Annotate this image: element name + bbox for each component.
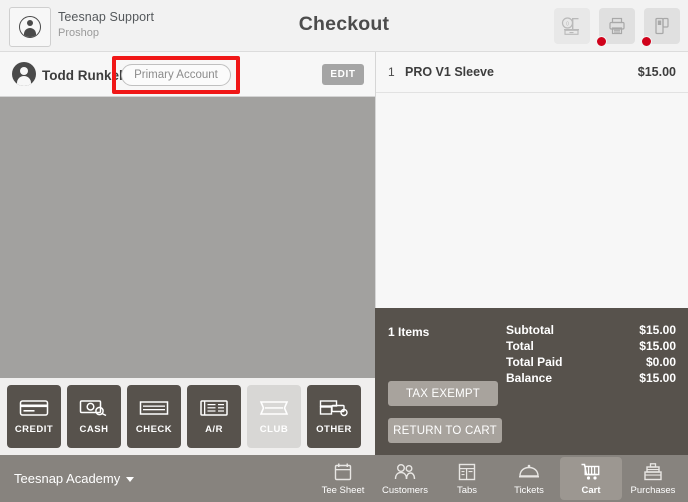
- table-row[interactable]: 1 PRO V1 Sleeve $15.00: [376, 52, 688, 93]
- totals-label: Total: [506, 339, 534, 353]
- totals-list: Subtotal $15.00 Total $15.00 Total Paid …: [506, 323, 676, 387]
- payment-detail-pane: [0, 97, 375, 378]
- receipt-icon: [200, 400, 228, 416]
- totals-label: Subtotal: [506, 323, 554, 337]
- totals-value: $15.00: [639, 323, 676, 337]
- reader-error-badge: [641, 36, 652, 47]
- totals-row-subtotal: Subtotal $15.00: [506, 323, 676, 338]
- ticket-icon: [259, 401, 289, 415]
- cart-item-description: PRO V1 Sleeve: [405, 65, 494, 79]
- nav-item-purchases[interactable]: Purchases: [622, 457, 684, 500]
- totals-panel: 1 Items Subtotal $15.00 Total $15.00 Tot…: [375, 308, 688, 455]
- nav-label: Purchases: [630, 484, 676, 496]
- nav-label: Cart: [581, 484, 601, 496]
- return-to-cart-button[interactable]: RETURN TO CART: [388, 418, 502, 443]
- cash-drawer-icon: 0: [561, 17, 579, 35]
- main-nav: Tee Sheet Customers Tabs Tickets Cart Pu…: [312, 455, 684, 502]
- payment-method-label: OTHER: [316, 424, 352, 435]
- cloche-icon: [519, 464, 539, 477]
- credit-card-icon: [19, 400, 49, 416]
- people-icon: [394, 463, 416, 479]
- payment-method-check[interactable]: CHECK: [127, 385, 181, 448]
- customer-name: Todd Runkel: [42, 68, 123, 83]
- totals-row-balance: Balance $15.00: [506, 371, 676, 386]
- payment-method-label: CREDIT: [14, 424, 54, 435]
- card-reader-icon: [655, 17, 669, 35]
- nav-label: Tabs: [456, 484, 478, 496]
- payment-method-club[interactable]: CLUB: [247, 385, 301, 448]
- totals-value: $15.00: [639, 339, 676, 353]
- nav-item-tickets[interactable]: Tickets: [498, 457, 560, 500]
- shopping-cart-icon: [581, 463, 600, 480]
- payment-method-cash[interactable]: CASH: [67, 385, 121, 448]
- receipt-printer-button[interactable]: [596, 8, 635, 47]
- other-payment-icon: [319, 400, 348, 417]
- nav-item-cart[interactable]: Cart: [560, 457, 622, 500]
- totals-row-total-paid: Total Paid $0.00: [506, 355, 676, 370]
- check-icon: [139, 401, 169, 415]
- calendar-icon: [334, 463, 352, 480]
- primary-account-button[interactable]: Primary Account: [121, 64, 231, 86]
- totals-value: $0.00: [645, 355, 676, 369]
- tax-exempt-button[interactable]: TAX EXEMPT: [388, 381, 498, 406]
- payment-method-label: CHECK: [135, 424, 173, 435]
- academy-dropdown[interactable]: Teesnap Academy: [14, 471, 135, 486]
- totals-label: Total Paid: [506, 355, 563, 369]
- payment-method-other[interactable]: OTHER: [307, 385, 361, 448]
- totals-value: $15.00: [639, 371, 676, 385]
- payment-method-strip: CREDIT CASH CHECK A/R CLUB OTHER: [0, 378, 375, 455]
- printer-error-badge: [596, 36, 607, 47]
- edit-customer-button[interactable]: EDIT: [322, 64, 364, 85]
- checkout-screen: Teesnap Support Proshop Checkout 0 Todd …: [0, 0, 688, 502]
- totals-label: Balance: [506, 371, 553, 385]
- cart-item-qty: 1: [388, 65, 395, 79]
- tabs-icon: [458, 463, 476, 480]
- app-header: Teesnap Support Proshop Checkout 0: [0, 0, 688, 52]
- cash-drawer-button[interactable]: 0: [554, 8, 590, 44]
- receipt-printer-icon: [609, 17, 625, 35]
- item-count: 1 Items: [388, 325, 430, 339]
- register-icon: [644, 462, 662, 480]
- card-reader-button[interactable]: [641, 8, 680, 47]
- nav-label: Tickets: [514, 484, 544, 496]
- nav-item-tee-sheet[interactable]: Tee Sheet: [312, 457, 374, 500]
- nav-label: Tee Sheet: [321, 484, 365, 496]
- nav-item-customers[interactable]: Customers: [374, 457, 436, 500]
- academy-label: Teesnap Academy: [14, 471, 121, 486]
- payment-method-ar[interactable]: A/R: [187, 385, 241, 448]
- payment-method-credit[interactable]: CREDIT: [7, 385, 61, 448]
- device-status-group: 0: [554, 8, 680, 47]
- nav-label: Customers: [382, 484, 428, 496]
- payment-method-label: CASH: [79, 424, 109, 435]
- svg-text:0: 0: [566, 22, 569, 28]
- bottom-bar: Teesnap Academy Tee Sheet Customers Tabs…: [0, 455, 688, 502]
- payment-method-label: A/R: [205, 424, 223, 435]
- cart-item-price: $15.00: [637, 65, 676, 79]
- totals-row-total: Total $15.00: [506, 339, 676, 354]
- cash-bill-icon: [79, 400, 107, 417]
- nav-item-tabs[interactable]: Tabs: [436, 457, 498, 500]
- chevron-down-icon: [126, 477, 135, 482]
- customer-avatar-icon: [12, 62, 36, 86]
- payment-method-label: CLUB: [259, 424, 289, 435]
